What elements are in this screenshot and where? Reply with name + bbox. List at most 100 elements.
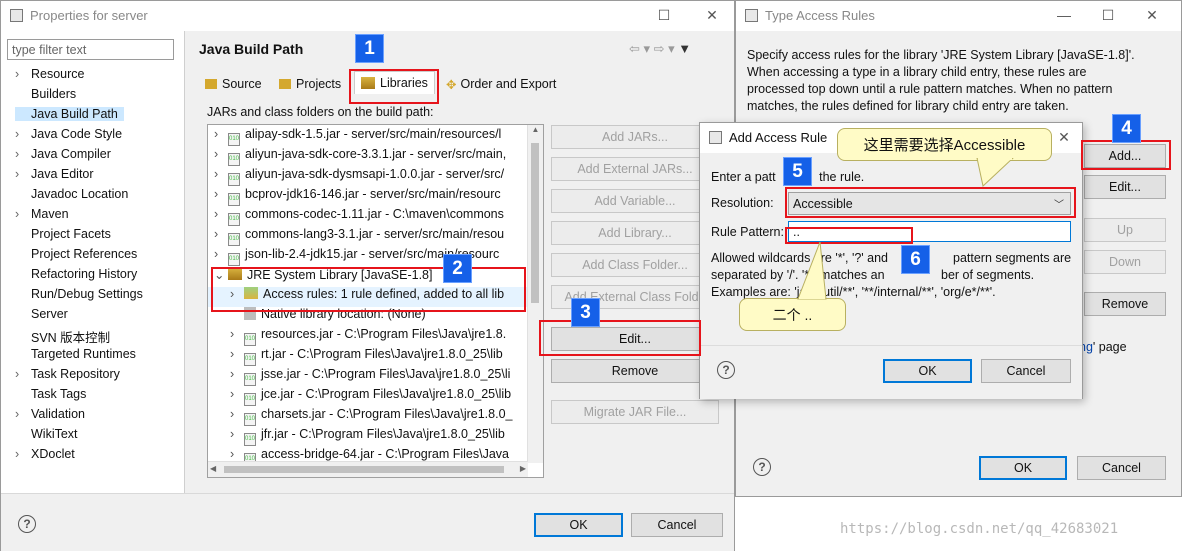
tree-row[interactable]: › 010 rt.jar - C:\Program Files\Java\jre1.… bbox=[208, 347, 503, 367]
chevron-right-icon[interactable]: › bbox=[230, 367, 244, 381]
build-path-button: Add Variable... bbox=[551, 189, 719, 213]
nav-item[interactable]: Java Build Path bbox=[15, 107, 124, 121]
nav-item[interactable]: › Task Repository bbox=[15, 367, 120, 381]
tree-row[interactable]: › 010 bcprov-jdk16-146.jar - server/src/ma… bbox=[208, 187, 501, 207]
chevron-right-icon[interactable]: › bbox=[230, 447, 244, 461]
highlight-edit-button bbox=[539, 320, 701, 356]
callout-tail-bottom bbox=[797, 241, 827, 300]
nav-item[interactable]: Project References bbox=[15, 247, 137, 261]
hscroll-thumb[interactable] bbox=[224, 466, 504, 473]
tree-row[interactable]: › 010 commons-lang3-3.1.jar - server/src/m… bbox=[208, 227, 504, 247]
highlight-jre-library bbox=[211, 267, 526, 312]
chevron-right-icon[interactable]: › bbox=[214, 167, 228, 181]
highlight-add-button bbox=[1081, 140, 1171, 170]
tree-row[interactable]: › 010 alipay-sdk-1.5.jar - server/src/main… bbox=[208, 127, 501, 147]
scroll-thumb[interactable] bbox=[531, 143, 539, 303]
jar-icon: 010 bbox=[228, 153, 240, 166]
tree-hscrollbar[interactable]: ◀ ▶ bbox=[208, 461, 528, 477]
chevron-right-icon[interactable]: › bbox=[15, 207, 31, 221]
chevron-right-icon[interactable]: › bbox=[15, 127, 31, 141]
tree-row[interactable]: › 010 jce.jar - C:\Program Files\Java\jre1… bbox=[208, 387, 511, 407]
jars-label: JARs and class folders on the build path… bbox=[207, 105, 434, 119]
chevron-right-icon[interactable]: › bbox=[230, 327, 244, 341]
add-rule-cancel-button[interactable]: Cancel bbox=[981, 359, 1071, 383]
nav-item[interactable]: Run/Debug Settings bbox=[15, 287, 143, 301]
chevron-right-icon[interactable]: › bbox=[230, 427, 244, 441]
properties-cancel-button[interactable]: Cancel bbox=[631, 513, 723, 537]
close-icon[interactable]: ✕ bbox=[1056, 129, 1072, 146]
tree-row[interactable]: › 010 charsets.jar - C:\Program Files\Java… bbox=[208, 407, 512, 427]
chevron-right-icon[interactable]: › bbox=[15, 167, 31, 181]
nav-item[interactable]: Refactoring History bbox=[15, 267, 137, 281]
nav-item[interactable]: Builders bbox=[15, 87, 76, 101]
nav-item[interactable]: SVN 版本控制 bbox=[15, 327, 110, 346]
nav-item[interactable]: WikiText bbox=[15, 427, 78, 441]
chevron-right-icon[interactable]: › bbox=[230, 387, 244, 401]
type-access-ok-button[interactable]: OK bbox=[979, 456, 1067, 480]
nav-item[interactable]: › Java Compiler bbox=[15, 147, 111, 161]
access-rule-button[interactable]: Edit... bbox=[1084, 175, 1166, 199]
maximize-icon[interactable]: ☐ bbox=[656, 7, 672, 24]
chevron-right-icon[interactable]: › bbox=[15, 147, 31, 161]
jar-icon: 010 bbox=[244, 433, 256, 446]
chevron-right-icon[interactable]: › bbox=[15, 67, 31, 81]
maximize-icon[interactable]: ☐ bbox=[1100, 7, 1116, 24]
nav-item[interactable]: Project Facets bbox=[15, 227, 111, 241]
nav-item[interactable]: › Java Editor bbox=[15, 167, 94, 181]
chevron-right-icon[interactable]: › bbox=[214, 247, 228, 261]
nav-item[interactable]: › Maven bbox=[15, 207, 69, 221]
chevron-right-icon[interactable]: › bbox=[15, 367, 31, 381]
tree-row[interactable]: › 010 jfr.jar - C:\Program Files\Java\jre1… bbox=[208, 427, 505, 447]
tree-vscrollbar[interactable]: ▲ bbox=[527, 125, 543, 463]
help-icon[interactable]: ? bbox=[753, 458, 771, 476]
chevron-right-icon[interactable]: › bbox=[214, 187, 228, 201]
scroll-left-icon[interactable]: ◀ bbox=[210, 464, 216, 473]
tab-source[interactable]: Source bbox=[205, 73, 262, 95]
chevron-right-icon[interactable]: › bbox=[15, 447, 31, 461]
build-path-button: Add Class Folder... bbox=[551, 253, 719, 277]
filter-input[interactable]: type filter text bbox=[7, 39, 174, 60]
close-icon[interactable]: ✕ bbox=[1144, 7, 1160, 24]
chevron-right-icon[interactable]: › bbox=[214, 207, 228, 221]
nav-item[interactable]: › Java Code Style bbox=[15, 127, 122, 141]
tree-row[interactable]: › 010 aliyun-java-sdk-dysmsapi-1.0.0.jar -… bbox=[208, 167, 504, 187]
build-path-button[interactable]: Remove bbox=[551, 359, 719, 383]
help-icon[interactable]: ? bbox=[717, 361, 735, 379]
type-access-title: Type Access Rules bbox=[765, 8, 875, 23]
step-badge-6: 6 bbox=[901, 245, 930, 274]
nav-item[interactable]: › XDoclet bbox=[15, 447, 75, 461]
nav-item[interactable]: › Validation bbox=[15, 407, 85, 421]
tree-row[interactable]: › 010 jsse.jar - C:\Program Files\Java\jre… bbox=[208, 367, 510, 387]
nav-item[interactable]: Javadoc Location bbox=[15, 187, 128, 201]
chevron-right-icon[interactable]: › bbox=[214, 227, 228, 241]
access-rule-button: Up bbox=[1084, 218, 1166, 242]
chevron-right-icon[interactable]: › bbox=[214, 147, 228, 161]
tab-projects[interactable]: Projects bbox=[279, 73, 341, 95]
chevron-right-icon[interactable]: › bbox=[230, 347, 244, 361]
nav-item[interactable]: Task Tags bbox=[15, 387, 86, 401]
nav-item[interactable]: Server bbox=[15, 307, 68, 321]
highlight-resolution bbox=[785, 187, 1076, 218]
chevron-right-icon[interactable]: › bbox=[230, 407, 244, 421]
close-icon[interactable]: ✕ bbox=[704, 7, 720, 24]
tree-row[interactable]: › 010 commons-codec-1.11.jar - C:\maven\co… bbox=[208, 207, 504, 227]
help-icon[interactable]: ? bbox=[18, 515, 36, 533]
jar-icon: 010 bbox=[228, 133, 240, 146]
add-rule-ok-button[interactable]: OK bbox=[883, 359, 972, 383]
type-access-cancel-button[interactable]: Cancel bbox=[1077, 456, 1166, 480]
chevron-right-icon[interactable]: › bbox=[214, 127, 228, 141]
scroll-up-icon[interactable]: ▲ bbox=[528, 125, 543, 139]
nav-history-controls[interactable]: ⇦ ▾ ⇨ ▾ ▼ bbox=[629, 41, 691, 57]
tab-order-export[interactable]: ✥ Order and Export bbox=[446, 73, 556, 95]
filter-placeholder: type filter text bbox=[12, 42, 87, 57]
chevron-right-icon[interactable]: › bbox=[15, 407, 31, 421]
nav-item[interactable]: › Resource bbox=[15, 67, 85, 81]
nav-item[interactable]: Targeted Runtimes bbox=[15, 347, 136, 361]
scroll-right-icon[interactable]: ▶ bbox=[520, 464, 526, 473]
tree-row[interactable]: › 010 aliyun-java-sdk-core-3.3.1.jar - ser… bbox=[208, 147, 506, 167]
properties-ok-button[interactable]: OK bbox=[534, 513, 623, 537]
access-rule-button[interactable]: Remove bbox=[1084, 292, 1166, 316]
minimize-icon[interactable]: — bbox=[1056, 7, 1072, 23]
tree-row[interactable]: › 010 resources.jar - C:\Program Files\Jav… bbox=[208, 327, 506, 347]
build-path-button: Add Library... bbox=[551, 221, 719, 245]
